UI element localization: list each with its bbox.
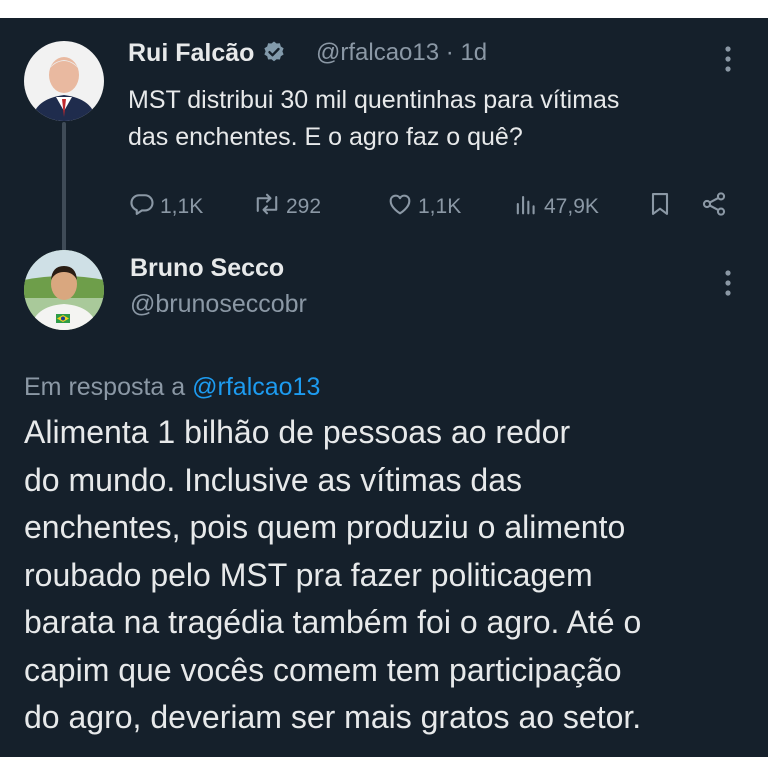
repost-button[interactable]: 292	[252, 190, 321, 224]
avatar-rui-falcao[interactable]	[24, 41, 104, 121]
tweet1-meta: @rfalcao13 · 1d	[316, 39, 487, 67]
share-icon[interactable]	[700, 190, 732, 218]
repost-count: 292	[286, 195, 322, 218]
avatar-bruno-secco[interactable]	[24, 250, 104, 330]
tweet1-text-line: MST distribui 30 mil quentinhas para vít…	[128, 86, 620, 114]
tweet2-text-line: barata na tragédia também foi o agro. At…	[24, 604, 642, 640]
repost-icon	[252, 190, 286, 224]
tweet1-text: MST distribui 30 mil quentinhas para vít…	[128, 82, 619, 156]
reply-icon	[128, 190, 160, 224]
reply-context: Em resposta a @rfalcao13	[24, 373, 320, 402]
thread-connector-line	[62, 122, 66, 262]
tweet1-display-name[interactable]: Rui Falcão	[128, 39, 254, 67]
tweet2-text-line: enchentes, pois quem produziu o alimento	[24, 509, 626, 545]
views-button[interactable]: 47,9K	[512, 190, 599, 224]
reply-prefix: Em resposta a	[24, 373, 186, 401]
tweet2-text-line: Alimenta 1 bilhão de pessoas ao redor	[24, 414, 571, 450]
bookmark-icon[interactable]	[646, 190, 678, 218]
tweet1-author[interactable]: Rui Falcão	[128, 39, 286, 71]
verified-badge-icon	[262, 40, 286, 71]
tweet2-text-line: capim que vocês comem tem participação	[24, 651, 622, 688]
more-icon[interactable]	[722, 46, 734, 72]
tweet2-display-name[interactable]: Bruno Secco	[130, 254, 284, 283]
tweet-thread: Rui Falcão @rfalcao13 · 1d MST distribui…	[0, 18, 768, 757]
more-icon[interactable]	[722, 270, 734, 296]
tweet2-text: Alimenta 1 bilhão de pessoas ao redor do…	[24, 409, 641, 742]
like-icon	[386, 190, 418, 224]
tweet1-action-bar: 1,1K 292 1,1K 47,9K	[128, 190, 748, 226]
reply-to-link[interactable]: @rfalcao13	[192, 373, 320, 401]
views-count: 47,9K	[544, 195, 599, 218]
top-strip	[0, 0, 768, 18]
reply-count: 1,1K	[160, 195, 204, 218]
meta-separator: ·	[445, 39, 454, 66]
tweet2-text-line: do mundo. Inclusive as vítimas das	[24, 461, 523, 498]
reply-button[interactable]: 1,1K	[128, 190, 203, 224]
views-icon	[512, 190, 544, 224]
tweet1-text-line: das enchentes. E o agro faz o quê?	[128, 123, 523, 151]
tweet2-text-line: do agro, deveriam ser mais gratos ao set…	[24, 699, 642, 735]
tweet2-handle[interactable]: @brunoseccobr	[130, 290, 307, 319]
like-count: 1,1K	[418, 195, 462, 218]
tweet1-handle[interactable]: @rfalcao13	[316, 39, 439, 66]
like-button[interactable]: 1,1K	[386, 190, 461, 224]
tweet1-timestamp[interactable]: 1d	[460, 39, 487, 66]
tweet2-text-line: roubado pelo MST pra fazer politicagem	[24, 556, 593, 593]
